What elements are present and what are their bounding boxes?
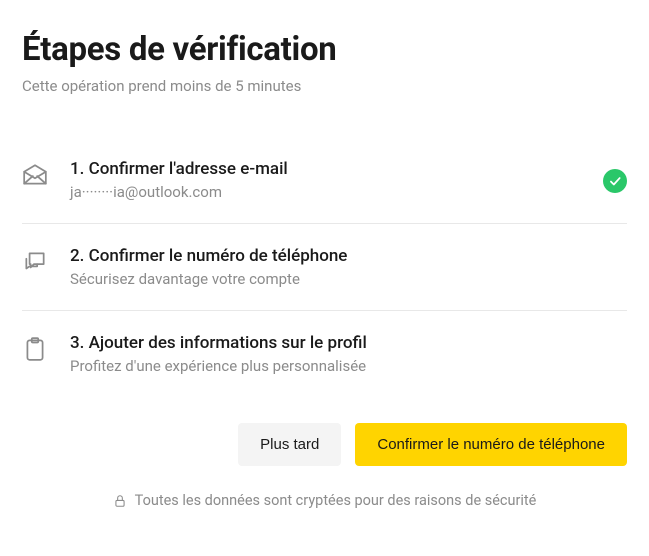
later-button[interactable]: Plus tard — [238, 423, 341, 466]
page-title: Étapes de vérification — [22, 30, 627, 69]
step-title: 3. Ajouter des informations sur le profi… — [70, 333, 627, 353]
step-title: 1. Confirmer l'adresse e-mail — [70, 159, 603, 179]
clipboard-icon — [22, 336, 48, 362]
button-row: Plus tard Confirmer le numéro de télépho… — [22, 423, 627, 466]
footer: Toutes les données sont cryptées pour de… — [22, 492, 627, 509]
confirm-phone-button[interactable]: Confirmer le numéro de téléphone — [355, 423, 627, 466]
step-title: 2. Confirmer le numéro de téléphone — [70, 246, 627, 266]
step-email: 1. Confirmer l'adresse e-mail ja········… — [22, 137, 627, 224]
checkmark-icon — [603, 169, 627, 193]
chat-icon — [22, 249, 48, 275]
step-desc: ja········ia@outlook.com — [70, 183, 603, 201]
steps-list: 1. Confirmer l'adresse e-mail ja········… — [22, 137, 627, 397]
step-desc: Profitez d'une expérience plus personnal… — [70, 357, 627, 375]
envelope-icon — [22, 162, 48, 188]
step-phone: 2. Confirmer le numéro de téléphone Sécu… — [22, 224, 627, 311]
step-profile: 3. Ajouter des informations sur le profi… — [22, 311, 627, 397]
lock-icon — [113, 494, 127, 508]
footer-text: Toutes les données sont cryptées pour de… — [135, 492, 537, 509]
page-subtitle: Cette opération prend moins de 5 minutes — [22, 77, 627, 95]
step-desc: Sécurisez davantage votre compte — [70, 270, 627, 288]
